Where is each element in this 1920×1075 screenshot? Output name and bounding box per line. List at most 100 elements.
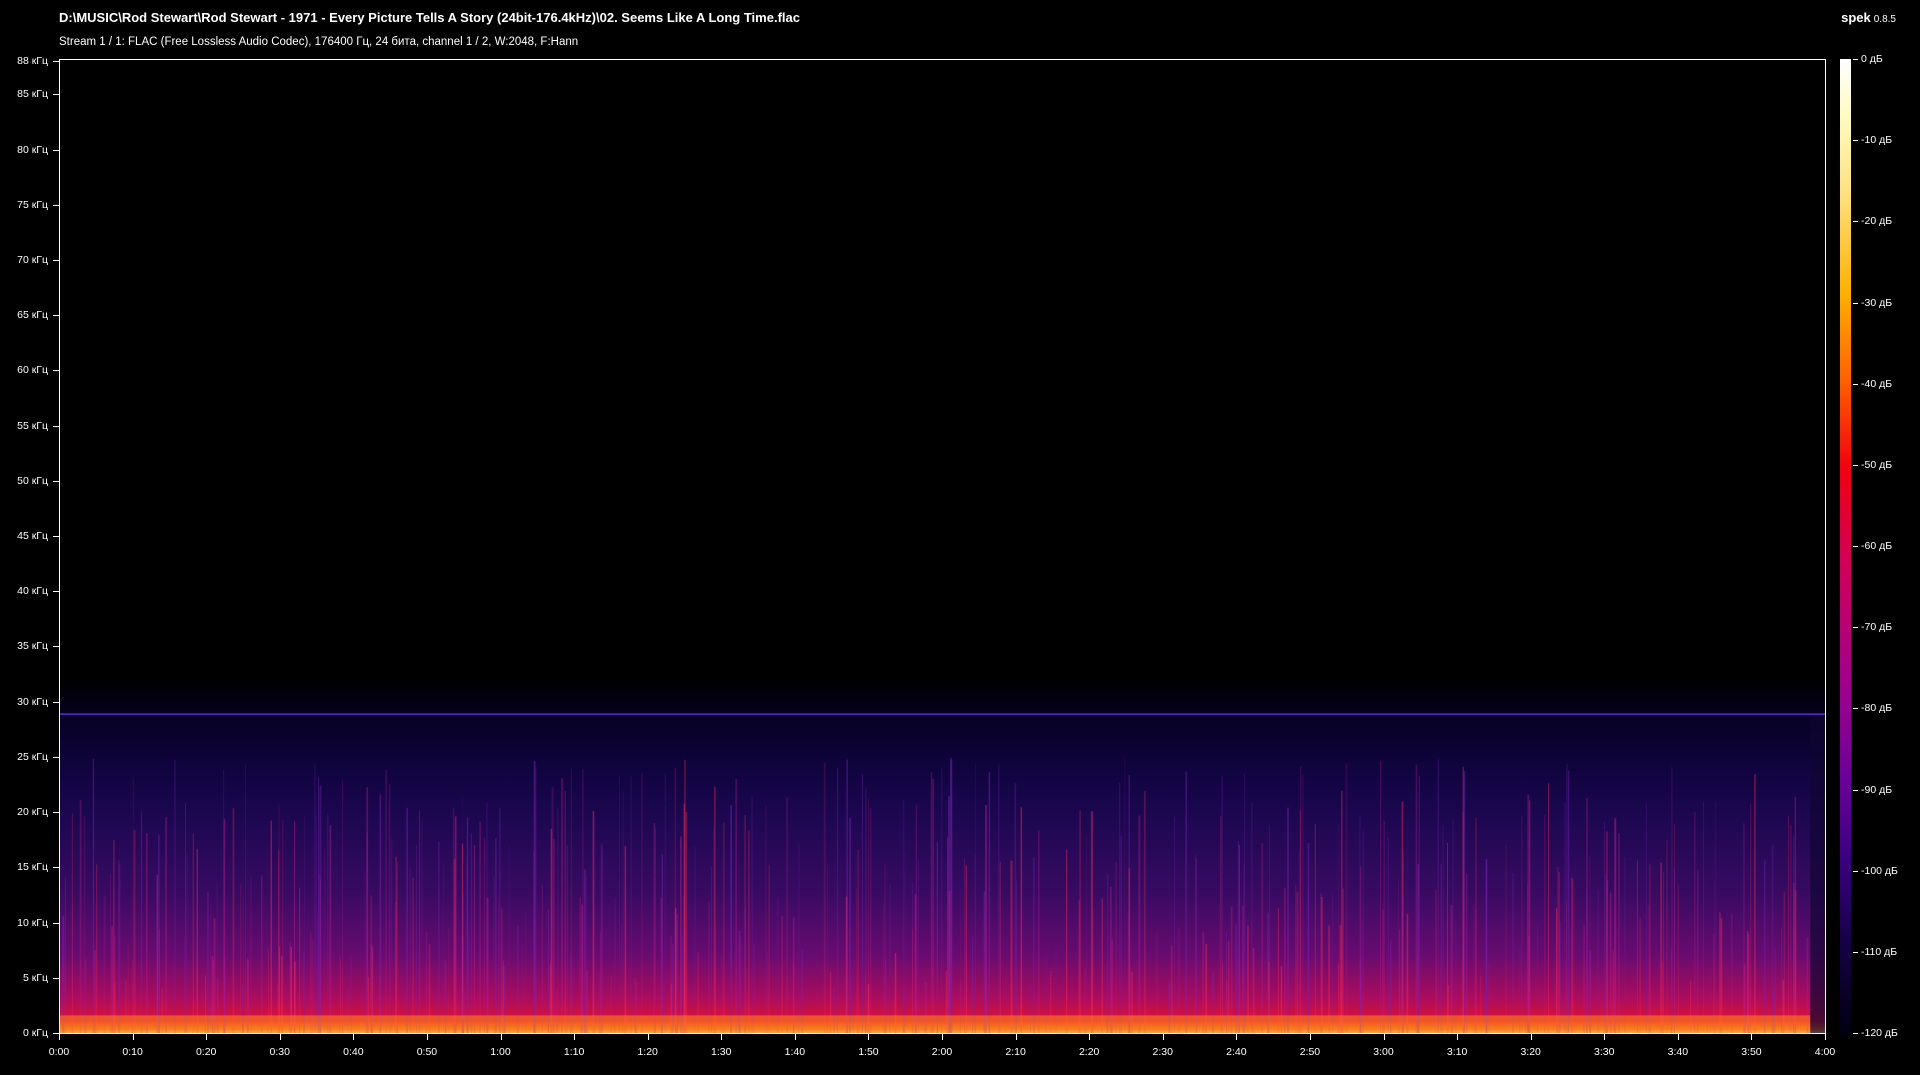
frequency-tick-mark [53, 94, 59, 96]
time-tick-label: 3:40 [1667, 1046, 1689, 1058]
frequency-tick-mark [53, 259, 59, 261]
time-tick-mark [206, 1034, 208, 1040]
time-tick-label: 3:50 [1741, 1046, 1762, 1058]
frequency-tick-label: 50 кГц [17, 474, 48, 487]
frequency-tick-mark [53, 812, 59, 814]
time-tick-label: 0:10 [122, 1046, 143, 1058]
time-tick-mark [1825, 1034, 1826, 1040]
frequency-tick-label: 10 кГц [17, 916, 48, 929]
file-path-title: D:\MUSIC\Rod Stewart\Rod Stewart - 1971 … [59, 10, 800, 25]
time-tick-mark [500, 1034, 502, 1040]
time-tick-mark [1162, 1034, 1164, 1040]
app-version: 0.8.5 [1873, 14, 1896, 25]
frequency-tick-label: 75 кГц [17, 198, 48, 211]
level-tick-mark [1853, 546, 1858, 547]
time-tick-mark [1530, 1034, 1532, 1040]
time-tick-mark [942, 1034, 943, 1040]
time-tick-label: 1:00 [490, 1046, 511, 1058]
frequency-tick-label: 65 кГц [17, 309, 48, 322]
level-tick-label: -80 дБ [1861, 702, 1893, 715]
time-tick-mark [426, 1034, 428, 1040]
time-tick-mark [132, 1034, 134, 1040]
level-tick-mark [1853, 708, 1858, 710]
level-tick-label: -40 дБ [1861, 377, 1893, 390]
app-name: spek [1841, 10, 1871, 25]
track-end-fade [1810, 714, 1825, 1033]
level-tick-mark [1853, 870, 1858, 872]
frequency-tick-label: 15 кГц [17, 861, 48, 874]
frequency-tick-mark [53, 425, 59, 427]
frequency-tick-label: 70 кГц [17, 253, 48, 266]
time-tick-mark [1309, 1034, 1311, 1040]
frequency-tick-mark [53, 204, 59, 206]
time-tick-mark [868, 1034, 870, 1040]
time-tick-label: 0:40 [343, 1046, 364, 1058]
frequency-tick-label: 55 кГц [17, 419, 48, 432]
time-tick-label: 4:00 [1814, 1046, 1836, 1058]
level-tick-mark [1853, 789, 1858, 791]
time-tick-label: 0:30 [269, 1046, 290, 1058]
level-tick-label: -120 дБ [1861, 1027, 1898, 1039]
frequency-tick-label: 35 кГц [17, 640, 48, 653]
time-tick-mark [1089, 1034, 1091, 1040]
frequency-tick-label: 45 кГц [17, 530, 48, 543]
spectrogram-overlay [60, 713, 1825, 1033]
time-tick-label: 3:20 [1520, 1046, 1541, 1058]
frequency-tick-mark [53, 370, 59, 372]
time-tick-mark [279, 1034, 281, 1040]
time-tick-label: 0:50 [416, 1046, 438, 1058]
frequency-tick-label: 30 кГц [17, 695, 48, 708]
frequency-tick-mark [53, 922, 59, 924]
time-tick-mark [1236, 1034, 1238, 1040]
time-tick-mark [721, 1034, 723, 1040]
time-tick-label: 2:30 [1152, 1046, 1173, 1058]
frequency-tick-mark [53, 867, 59, 869]
time-tick-mark [1015, 1034, 1017, 1040]
time-tick-mark [574, 1034, 576, 1040]
frequency-tick-label: 5 кГц [22, 971, 48, 984]
time-tick-label: 2:20 [1078, 1046, 1100, 1058]
time-tick-mark [1677, 1034, 1679, 1040]
spek-window: D:\MUSIC\Rod Stewart\Rod Stewart - 1971 … [0, 0, 1920, 1075]
frequency-tick-label: 85 кГц [17, 88, 48, 101]
level-tick-label: -30 дБ [1861, 296, 1893, 309]
frequency-tick-mark [53, 480, 59, 482]
time-tick-mark [353, 1034, 355, 1040]
time-tick-mark [794, 1034, 796, 1040]
time-tick-mark [1457, 1034, 1459, 1040]
time-tick-mark [1751, 1034, 1753, 1040]
time-tick-label: 1:20 [637, 1046, 658, 1058]
frequency-tick-mark [53, 149, 59, 151]
frequency-tick-label: 60 кГц [17, 364, 48, 377]
frequency-tick-label: 80 кГц [17, 143, 48, 156]
time-tick-label: 2:50 [1299, 1046, 1321, 1058]
time-tick-mark [59, 1034, 60, 1040]
level-tick-mark [1853, 951, 1858, 953]
level-tick-mark [1853, 464, 1858, 466]
time-tick-label: 1:40 [784, 1046, 806, 1058]
time-tick-label: 2:00 [931, 1046, 953, 1058]
app-brand: spek 0.8.5 [1841, 10, 1896, 25]
frequency-tick-label: 25 кГц [17, 750, 48, 763]
level-tick-mark [1853, 221, 1858, 223]
time-tick-label: 3:00 [1373, 1046, 1394, 1058]
time-tick-label: 1:30 [711, 1046, 732, 1058]
frequency-tick-mark [53, 701, 59, 703]
level-colorbar [1840, 59, 1851, 1034]
frequency-tick-mark [53, 315, 59, 317]
time-tick-label: 3:30 [1594, 1046, 1615, 1058]
level-tick-mark [1853, 627, 1858, 629]
level-tick-label: 0 дБ [1861, 53, 1883, 65]
time-tick-mark [647, 1034, 649, 1040]
time-tick-label: 1:50 [858, 1046, 879, 1058]
time-tick-label: 0:00 [48, 1046, 70, 1058]
frequency-tick-label: 40 кГц [17, 585, 48, 598]
spectrogram-plot[interactable] [59, 59, 1826, 1034]
level-tick-label: -60 дБ [1861, 540, 1893, 552]
frequency-tick-mark [53, 646, 59, 648]
time-tick-mark [1604, 1034, 1606, 1040]
time-tick-label: 3:10 [1446, 1046, 1468, 1058]
time-tick-label: 1:10 [563, 1046, 585, 1058]
time-tick-label: 2:10 [1005, 1046, 1026, 1058]
level-tick-mark [1853, 302, 1858, 304]
